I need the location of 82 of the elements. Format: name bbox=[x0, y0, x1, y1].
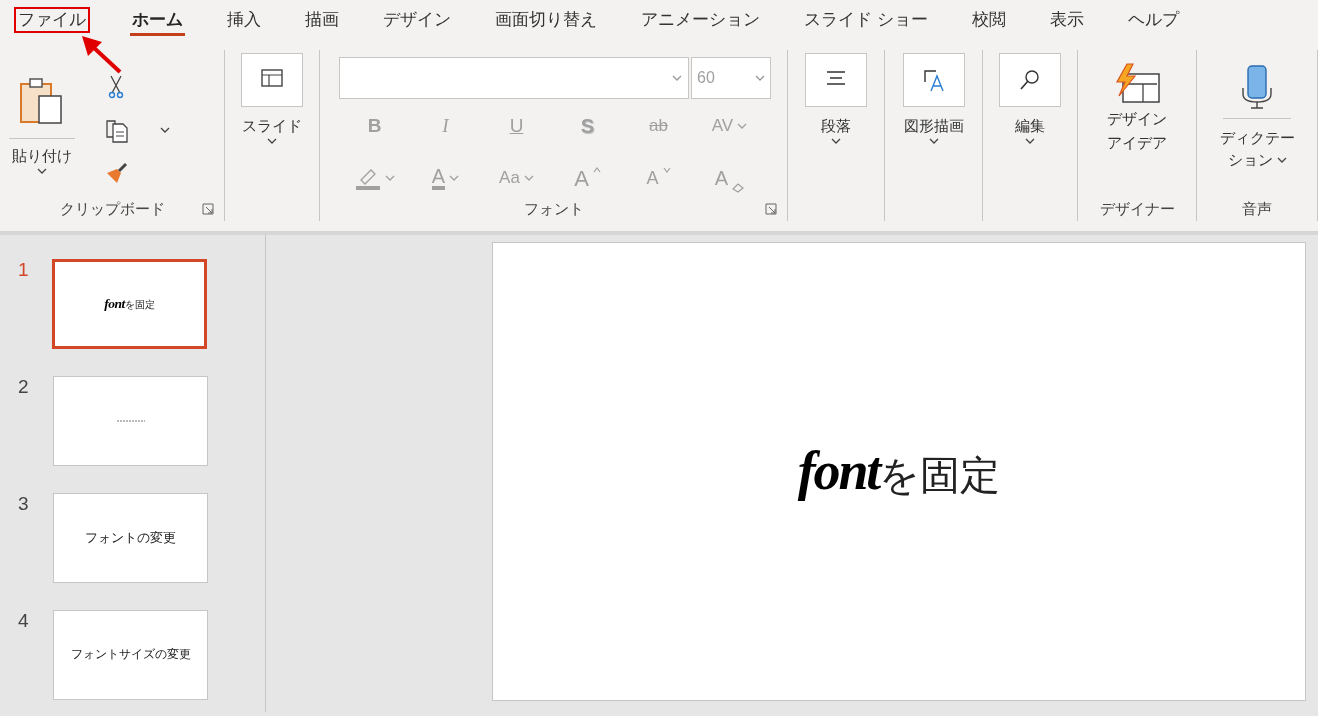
ribbon-tab[interactable]: 表示 bbox=[1047, 9, 1086, 31]
button-label: 図形描画 bbox=[903, 116, 964, 136]
design-ideas-button[interactable]: デザイン アイデア bbox=[1107, 50, 1167, 197]
chevron-icon bbox=[160, 127, 170, 133]
glyph-label: U bbox=[509, 113, 524, 138]
thumbnail-text-line bbox=[116, 420, 145, 422]
launcher-icon bbox=[765, 203, 777, 215]
group-label: フォント bbox=[523, 198, 584, 219]
slide-number: 4 bbox=[17, 610, 30, 632]
slide-number: 3 bbox=[17, 493, 30, 515]
title-text: フォントの変更 bbox=[85, 529, 176, 548]
font-size-value: 60 bbox=[697, 68, 715, 88]
paste-label: 貼り付け bbox=[12, 146, 72, 166]
script-word: font bbox=[104, 294, 125, 313]
glyph-label: A bbox=[646, 166, 659, 190]
shape-text-icon bbox=[921, 68, 946, 92]
dictate-button[interactable]: ディクテー ション bbox=[1219, 50, 1295, 197]
chevron-icon bbox=[755, 75, 765, 81]
ribbon-tab[interactable]: 挿入 bbox=[225, 9, 263, 31]
chevron-icon bbox=[1276, 157, 1287, 163]
clipboard-icon bbox=[19, 76, 65, 124]
button-label: ディクテー bbox=[1219, 128, 1295, 148]
ribbon-button[interactable]: 編集 bbox=[999, 50, 1061, 197]
ribbon-tab[interactable]: アニメーション bbox=[639, 9, 762, 31]
slide-thumbnail[interactable]: フォントサイズの変更 bbox=[53, 610, 208, 700]
slide-thumbnail[interactable] bbox=[53, 376, 208, 466]
ribbon-tab[interactable]: 画面切り替え bbox=[493, 9, 599, 31]
group-label: クリップボード bbox=[59, 198, 165, 219]
button-label: 編集 bbox=[1015, 116, 1045, 136]
ribbon-tab[interactable]: ホーム bbox=[130, 8, 185, 36]
slide-thumbnail[interactable]: fontを固定 bbox=[52, 259, 207, 349]
ribbon-tab[interactable]: 校閲 bbox=[969, 9, 1008, 31]
glyph-label: A bbox=[574, 164, 589, 193]
copy-icon bbox=[105, 117, 129, 143]
slide-number: 1 bbox=[17, 259, 30, 281]
launcher-icon bbox=[202, 203, 214, 215]
glyph-label: S bbox=[580, 114, 595, 139]
dialog-launcher-button[interactable] bbox=[202, 203, 214, 215]
glyph-label: Aa bbox=[499, 167, 520, 190]
ribbon-button[interactable]: スライド bbox=[241, 50, 303, 197]
chevron-icon bbox=[267, 137, 277, 144]
chevron-icon bbox=[1025, 137, 1035, 144]
button-label: ション bbox=[1227, 150, 1273, 170]
search-icon bbox=[1018, 68, 1042, 92]
glyph-label: I bbox=[442, 113, 449, 138]
glyph-label: ab bbox=[649, 115, 668, 138]
button-label: 段落 bbox=[821, 116, 851, 136]
glyph-label: A bbox=[431, 166, 446, 190]
slide-number: 2 bbox=[17, 376, 30, 398]
ribbon-tab[interactable]: 描画 bbox=[303, 9, 341, 31]
chevron-icon bbox=[831, 137, 841, 144]
eraser-icon bbox=[732, 183, 745, 193]
chevron-icon bbox=[37, 167, 47, 174]
caret-down-icon bbox=[662, 167, 671, 173]
script-word: font bbox=[797, 440, 880, 503]
group-label: 音声 bbox=[1242, 198, 1272, 219]
button-label: アイデア bbox=[1107, 133, 1167, 153]
glyph-label: B bbox=[367, 113, 382, 138]
ribbon-button[interactable]: 図形描画 bbox=[902, 50, 965, 197]
chevron-icon bbox=[672, 75, 682, 81]
annotation-arrow bbox=[80, 34, 122, 74]
button-label: スライド bbox=[242, 116, 302, 136]
group-label: デザイナー bbox=[1099, 198, 1175, 219]
ribbon-tab[interactable]: ファイル bbox=[14, 7, 90, 33]
slide-thumbnail[interactable]: フォントの変更 bbox=[53, 493, 208, 583]
ribbon-tab[interactable]: デザイン bbox=[381, 9, 453, 31]
ribbon-tab[interactable]: スライド ショー bbox=[802, 9, 930, 31]
dialog-launcher-button[interactable] bbox=[765, 203, 777, 215]
paintbrush-icon bbox=[105, 161, 129, 185]
chevron-icon bbox=[928, 137, 939, 144]
ribbon-button[interactable]: 段落 bbox=[805, 50, 867, 197]
caret-up-icon bbox=[592, 167, 601, 173]
glyph-label: A bbox=[714, 166, 729, 191]
button-label: デザイン bbox=[1107, 109, 1167, 129]
title-text: を固定 bbox=[124, 297, 155, 310]
ribbon-tab[interactable]: ヘルプ bbox=[1125, 9, 1181, 31]
design-ideas-icon bbox=[1113, 62, 1161, 106]
paste-button[interactable]: 貼り付け bbox=[8, 64, 76, 197]
microphone-icon bbox=[1239, 64, 1275, 110]
glyph-label: AV bbox=[711, 118, 734, 134]
scissors-icon bbox=[108, 74, 124, 100]
title-text: フォントサイズの変更 bbox=[70, 646, 191, 664]
